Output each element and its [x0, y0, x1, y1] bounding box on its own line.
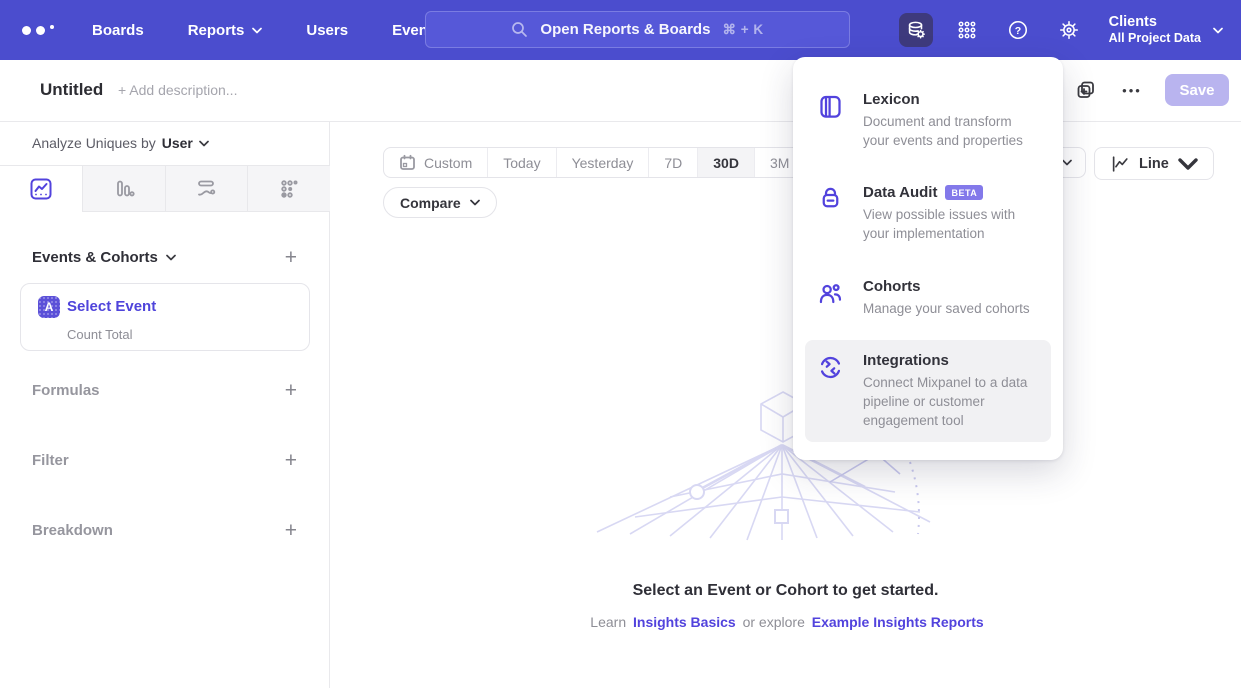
chevron-down-icon	[1062, 159, 1072, 166]
tab-stream-chart[interactable]	[166, 166, 249, 212]
question-circle-icon: ?	[1007, 19, 1029, 41]
lexicon-icon	[817, 93, 844, 120]
dot-grid-icon	[277, 177, 301, 201]
nav-item-users[interactable]: Users	[306, 22, 348, 39]
empty-subtitle-prefix: Learn	[590, 614, 626, 630]
chevron-down-icon	[470, 199, 480, 206]
add-event-button[interactable]: +	[285, 247, 297, 268]
tab-line-chart[interactable]	[0, 166, 83, 212]
date-range-today[interactable]: Today	[488, 148, 556, 177]
chart-type-dropdown[interactable]: Line	[1094, 147, 1214, 180]
global-search-input[interactable]: Open Reports & Boards ⌘ + K	[425, 11, 850, 48]
chart-type-tabs	[0, 165, 330, 212]
menu-item-title: Data Audit	[863, 184, 937, 201]
apps-grid-icon	[956, 19, 978, 41]
help-button[interactable]: ?	[1001, 13, 1035, 47]
date-range-custom-label: Custom	[424, 155, 472, 171]
query-builder-sidebar: Analyze Uniques by User	[0, 122, 330, 688]
empty-state-subtitle: Learn Insights Basics or explore Example…	[330, 614, 1241, 630]
analyze-by-value: User	[162, 135, 193, 151]
gear-icon	[1058, 19, 1080, 41]
add-filter-button[interactable]: +	[285, 450, 297, 471]
menu-item-title: Cohorts	[863, 278, 1030, 295]
mixpanel-logo[interactable]	[22, 26, 54, 35]
line-chart-icon	[29, 177, 53, 201]
nav-item-boards[interactable]: Boards	[92, 22, 144, 39]
add-description-field[interactable]: + Add description...	[118, 82, 237, 98]
nav-item-reports[interactable]: Reports	[188, 22, 263, 39]
more-options-button[interactable]	[1119, 77, 1145, 103]
date-range-30d[interactable]: 30D	[698, 148, 755, 177]
chevron-down-icon	[1178, 154, 1198, 174]
search-icon	[511, 21, 528, 38]
add-breakdown-button[interactable]: +	[285, 520, 297, 541]
chart-type-value: Line	[1139, 156, 1169, 172]
menu-item-data-audit[interactable]: Data Audit BETA View possible issues wit…	[805, 172, 1051, 255]
search-shortcut: ⌘ + K	[722, 22, 763, 38]
calendar-icon	[399, 154, 416, 171]
menu-item-integrations[interactable]: Integrations Connect Mixpanel to a data …	[805, 340, 1051, 442]
bar-chart-icon	[112, 177, 136, 201]
search-placeholder: Open Reports & Boards	[540, 21, 710, 38]
apps-grid-button[interactable]	[950, 13, 984, 47]
data-management-button[interactable]	[899, 13, 933, 47]
empty-state-title: Select an Event or Cohort to get started…	[330, 582, 1241, 600]
org-name: Clients	[1109, 13, 1201, 31]
empty-subtitle-middle: or explore	[743, 614, 805, 630]
events-cohorts-label: Events & Cohorts	[32, 249, 158, 266]
menu-item-description: Connect Mixpanel to a data pipeline or c…	[863, 373, 1039, 430]
menu-item-description: View possible issues with your implement…	[863, 205, 1039, 243]
compare-button[interactable]: Compare	[383, 187, 497, 218]
date-range-yesterday[interactable]: Yesterday	[557, 148, 650, 177]
date-range-7d[interactable]: 7D	[649, 148, 698, 177]
menu-item-description: Document and transform your events and p…	[863, 112, 1039, 150]
date-range-custom[interactable]: Custom	[384, 148, 488, 177]
report-title[interactable]: Untitled	[40, 80, 103, 100]
chevron-down-icon	[166, 254, 176, 261]
menu-item-title: Lexicon	[863, 91, 1039, 108]
filter-label: Filter	[32, 452, 69, 469]
breakdown-label: Breakdown	[32, 522, 113, 539]
project-switcher[interactable]: Clients All Project Data	[1109, 13, 1223, 47]
date-range-picker: Custom Today Yesterday 7D 30D 3M 6M	[383, 147, 856, 178]
database-gear-icon	[905, 19, 927, 41]
example-insights-reports-link[interactable]: Example Insights Reports	[812, 614, 984, 630]
analyze-uniques-label: Analyze Uniques by	[32, 135, 156, 151]
events-cohorts-header[interactable]: Events & Cohorts	[32, 249, 176, 266]
select-event-button[interactable]: Select Event	[67, 298, 156, 315]
menu-item-description: Manage your saved cohorts	[863, 299, 1030, 318]
compare-label: Compare	[400, 195, 461, 211]
duplicate-button[interactable]	[1073, 77, 1099, 103]
menu-item-cohorts[interactable]: Cohorts Manage your saved cohorts	[805, 266, 1051, 330]
series-a-badge: A	[38, 296, 60, 318]
menu-item-title: Integrations	[863, 352, 1039, 369]
cohorts-icon	[817, 280, 844, 307]
svg-text:?: ?	[1014, 25, 1020, 37]
chevron-down-icon	[1213, 27, 1223, 34]
settings-button[interactable]	[1052, 13, 1086, 47]
data-management-menu: Lexicon Document and transform your even…	[793, 57, 1063, 460]
nav-item-reports-label: Reports	[188, 22, 245, 39]
add-formula-button[interactable]: +	[285, 380, 297, 401]
duplicate-copy-icon	[1075, 79, 1097, 101]
line-chart-icon	[1110, 154, 1130, 174]
count-total-dropdown[interactable]: Count Total	[67, 327, 133, 342]
top-nav: Boards Reports Users Events Open Reports…	[0, 0, 1241, 60]
tab-bar-chart[interactable]	[83, 166, 166, 212]
analyze-by-dropdown[interactable]: User	[162, 135, 209, 151]
integrations-icon	[817, 354, 844, 381]
chevron-down-icon	[199, 140, 209, 147]
insights-basics-link[interactable]: Insights Basics	[633, 614, 736, 630]
menu-item-lexicon[interactable]: Lexicon Document and transform your even…	[805, 79, 1051, 162]
beta-badge: BETA	[945, 185, 983, 200]
event-selector-card[interactable]: A Select Event Count Total	[20, 283, 310, 351]
data-audit-icon	[817, 186, 844, 213]
formulas-label: Formulas	[32, 382, 100, 399]
save-button[interactable]: Save	[1165, 74, 1229, 106]
project-name: All Project Data	[1109, 31, 1201, 47]
chart-canvas: Custom Today Yesterday 7D 30D 3M 6M Line…	[330, 122, 1241, 688]
stream-flow-icon	[194, 177, 218, 201]
tab-metric-grid[interactable]	[248, 166, 330, 212]
chevron-down-icon	[252, 27, 262, 34]
